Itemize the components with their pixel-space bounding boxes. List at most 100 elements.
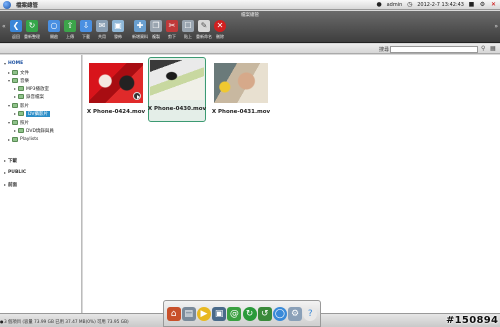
video-thumbnail: [214, 63, 268, 103]
video-thumbnail: [89, 63, 143, 103]
window-title: 檔案總管: [241, 13, 259, 18]
tree-label: 影片: [20, 103, 29, 109]
backup-icon[interactable]: ↺: [257, 306, 272, 321]
folder-icon: [12, 137, 18, 142]
cut-icon: ✂: [166, 20, 178, 32]
publish-icon: ▣: [112, 20, 124, 32]
system-bar: 檔案總管 ● admin ◷ 2012-2-7 13:42:43 ■ ⚙ ✕: [0, 0, 500, 10]
tree-item-videos[interactable]: ▾ 影片: [8, 102, 29, 109]
paste-icon: ☐: [182, 20, 194, 32]
folder-icon: [12, 103, 18, 108]
open-icon: ○: [48, 20, 60, 32]
upload-button[interactable]: ⇧ 上傳: [63, 20, 77, 40]
tree-item-download[interactable]: ▸ 下載: [4, 157, 17, 164]
new-folder-button[interactable]: ✚ 新增資料: [132, 20, 148, 40]
back-button[interactable]: ❮ 返回: [9, 20, 23, 40]
video-thumbnail: [150, 60, 204, 100]
toolbar-buttons: ❮ 返回 ↻ 重新整理 ○ 開啟 ⇧ 上傳 ⇩ 下載 ✉ 共用 ▣ 發佈 ✚ 新…: [9, 20, 227, 40]
cut-label: 剪下: [168, 34, 176, 39]
share-button[interactable]: ✉ 共用: [95, 20, 109, 40]
tree-label: MP3播放室: [26, 86, 49, 92]
publish-button[interactable]: ▣ 發佈: [111, 20, 125, 40]
file-name: X Phone-0430.mov: [147, 106, 207, 112]
tree-root-home[interactable]: ▾ HOME: [4, 60, 23, 67]
tree-item-photos[interactable]: ▾ 照片: [8, 119, 29, 126]
help-icon[interactable]: ?: [303, 306, 318, 321]
tree-label: 音樂: [20, 78, 29, 84]
publish-label: 發佈: [114, 34, 122, 39]
tree-label: PUBLIC: [8, 170, 27, 175]
play-icon: [133, 92, 141, 100]
paste-label: 貼上: [184, 34, 192, 39]
share-label: 共用: [98, 34, 106, 39]
collapse-right-icon[interactable]: »: [494, 23, 498, 30]
tree-item-playlists[interactable]: ▸ Playlists: [8, 136, 38, 143]
tree-label: 下載: [8, 158, 17, 164]
download-label: 下載: [82, 34, 90, 39]
open-button[interactable]: ○ 開啟: [47, 20, 61, 40]
delete-icon: ✕: [214, 20, 226, 32]
paste-button[interactable]: ☐ 貼上: [181, 20, 195, 40]
file-grid: X Phone-0424.mov X Phone-0430.mov X Phon…: [83, 55, 500, 313]
tree-label: Playlists: [20, 137, 39, 142]
media-player-icon[interactable]: ▶: [196, 306, 211, 321]
file-item[interactable]: X Phone-0431.mov: [212, 63, 270, 115]
photo-icon[interactable]: ▣: [212, 306, 227, 321]
file-manager-icon[interactable]: ▤: [181, 306, 196, 321]
logout-icon[interactable]: ✕: [490, 1, 497, 8]
folder-icon: [18, 94, 24, 99]
tree-item-front[interactable]: ▸ 前面: [4, 181, 17, 188]
view-mode-icon[interactable]: ▦: [490, 45, 496, 52]
rename-label: 重新命名: [196, 34, 212, 39]
search-label: 搜尋: [379, 47, 390, 53]
collapse-left-icon[interactable]: «: [2, 23, 6, 30]
rename-icon: ✎: [198, 20, 210, 32]
folder-icon: [12, 78, 18, 83]
folder-icon: [12, 120, 18, 125]
globe-icon[interactable]: ◯: [272, 306, 287, 321]
upload-label: 上傳: [66, 34, 74, 39]
tree-item-mp3[interactable]: ▸ MP3播放室: [14, 85, 49, 92]
refresh-button[interactable]: ↻ 重新整理: [24, 20, 40, 40]
tree-label: DVD燒錄與員: [26, 128, 54, 134]
tree-label: DV攝影片: [26, 110, 50, 117]
download-icon: ⇩: [80, 20, 92, 32]
folder-icon: [18, 111, 24, 116]
user-icon: ●: [376, 1, 382, 8]
settings-icon[interactable]: ⚙: [288, 306, 303, 321]
back-label: 返回: [12, 34, 20, 39]
sync-icon[interactable]: ↻: [242, 306, 257, 321]
app-dock: ⌂ ▤ ▶ ▣ @ ↻ ↺ ◯ ⚙ ?: [163, 300, 321, 327]
copy-button[interactable]: ❐ 複製: [149, 20, 163, 40]
file-item[interactable]: X Phone-0424.mov: [87, 63, 145, 115]
tree-item-music[interactable]: ▾ 音樂: [8, 77, 29, 84]
home-icon[interactable]: ⌂: [166, 306, 181, 321]
file-item-selected[interactable]: X Phone-0430.mov: [148, 57, 206, 122]
tree-label: 前面: [8, 182, 17, 188]
tree-item-recordings[interactable]: ▸ 錄音檔案: [14, 93, 44, 100]
new-folder-icon: ✚: [134, 20, 146, 32]
download-manager-icon[interactable]: @: [227, 306, 242, 321]
username: admin: [386, 1, 403, 8]
share-icon: ✉: [96, 20, 108, 32]
tree-item-dvd[interactable]: ▸ DVD燒錄與員: [14, 127, 54, 134]
tree-item-dv[interactable]: ▸ DV攝影片: [14, 110, 50, 117]
tree-label: 照片: [20, 120, 29, 126]
upload-icon: ⇧: [64, 20, 76, 32]
status-text: 3 個項目 (容量 73.99 GB 已用 37.47 MB(0%) 可用 73…: [4, 320, 129, 325]
search-input[interactable]: [390, 45, 478, 53]
copy-label: 複製: [152, 34, 160, 39]
download-button[interactable]: ⇩ 下載: [79, 20, 93, 40]
delete-button[interactable]: ✕ 刪除: [213, 20, 227, 40]
app-title: 檔案總管: [16, 2, 39, 9]
search-icon[interactable]: ⚲: [481, 45, 485, 52]
refresh-label: 重新整理: [24, 34, 40, 39]
tree-label: 錄音檔案: [26, 94, 44, 100]
tree-item-documents[interactable]: ▸ 文件: [8, 69, 29, 76]
minimize-icon[interactable]: ■: [468, 1, 475, 8]
gear-icon[interactable]: ⚙: [479, 1, 486, 8]
rename-button[interactable]: ✎ 重新命名: [196, 20, 212, 40]
cut-button[interactable]: ✂ 剪下: [165, 20, 179, 40]
tree-item-public[interactable]: ▸ PUBLIC: [4, 169, 26, 176]
watermark: #150894: [446, 315, 499, 326]
